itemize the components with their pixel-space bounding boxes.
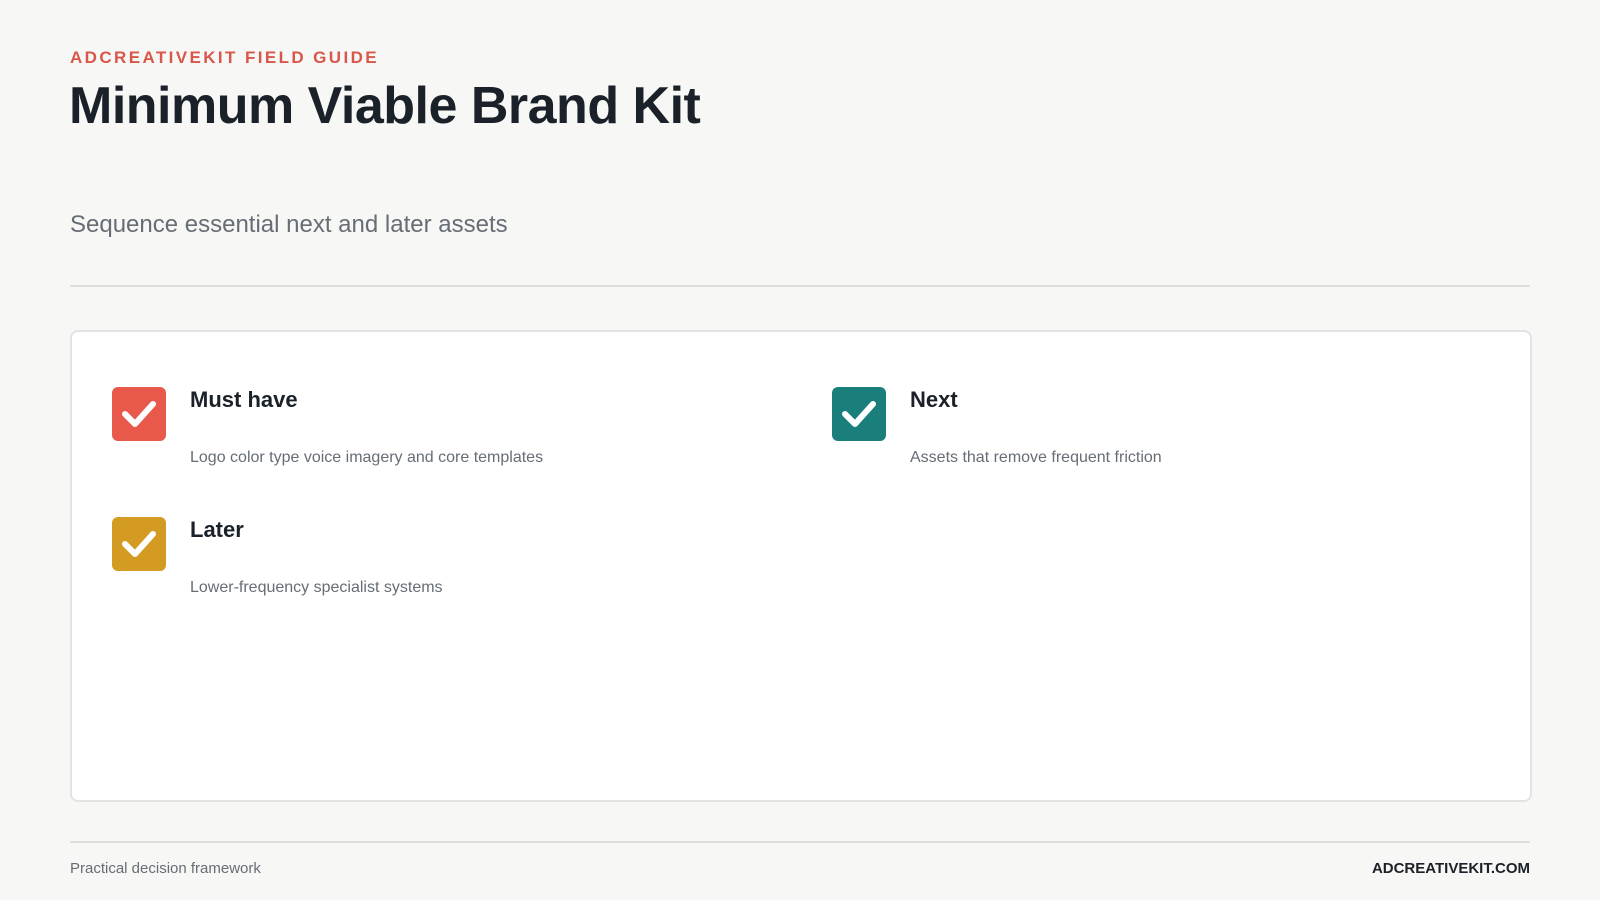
priority-title: Later: [190, 517, 244, 542]
priority-description: Lower-frequency specialist systems: [190, 579, 443, 596]
priority-card: Must have Logo color type voice imagery …: [70, 330, 1532, 802]
checkbox-next[interactable]: [832, 387, 886, 441]
priority-description: Logo color type voice imagery and core t…: [190, 449, 544, 466]
eyebrow-label: ADCREATIVEKIT FIELD GUIDE: [70, 48, 380, 67]
page-title: Minimum Viable Brand Kit: [69, 77, 701, 135]
top-divider: [70, 285, 1530, 287]
page-subtitle: Sequence essential next and later assets: [70, 211, 508, 238]
bottom-divider: [70, 841, 1530, 843]
priority-title: Must have: [190, 387, 298, 412]
checkbox-must-have[interactable]: [112, 387, 166, 441]
checkmark-icon: [842, 401, 876, 427]
checkmark-icon: [122, 401, 156, 427]
checkbox-later[interactable]: [112, 517, 166, 571]
checkmark-icon: [122, 531, 156, 557]
priority-description: Assets that remove frequent friction: [910, 449, 1162, 466]
priority-title: Next: [910, 387, 958, 412]
footer-tagline: Practical decision framework: [70, 860, 261, 877]
footer-site-link[interactable]: ADCREATIVEKIT.COM: [1372, 859, 1530, 879]
